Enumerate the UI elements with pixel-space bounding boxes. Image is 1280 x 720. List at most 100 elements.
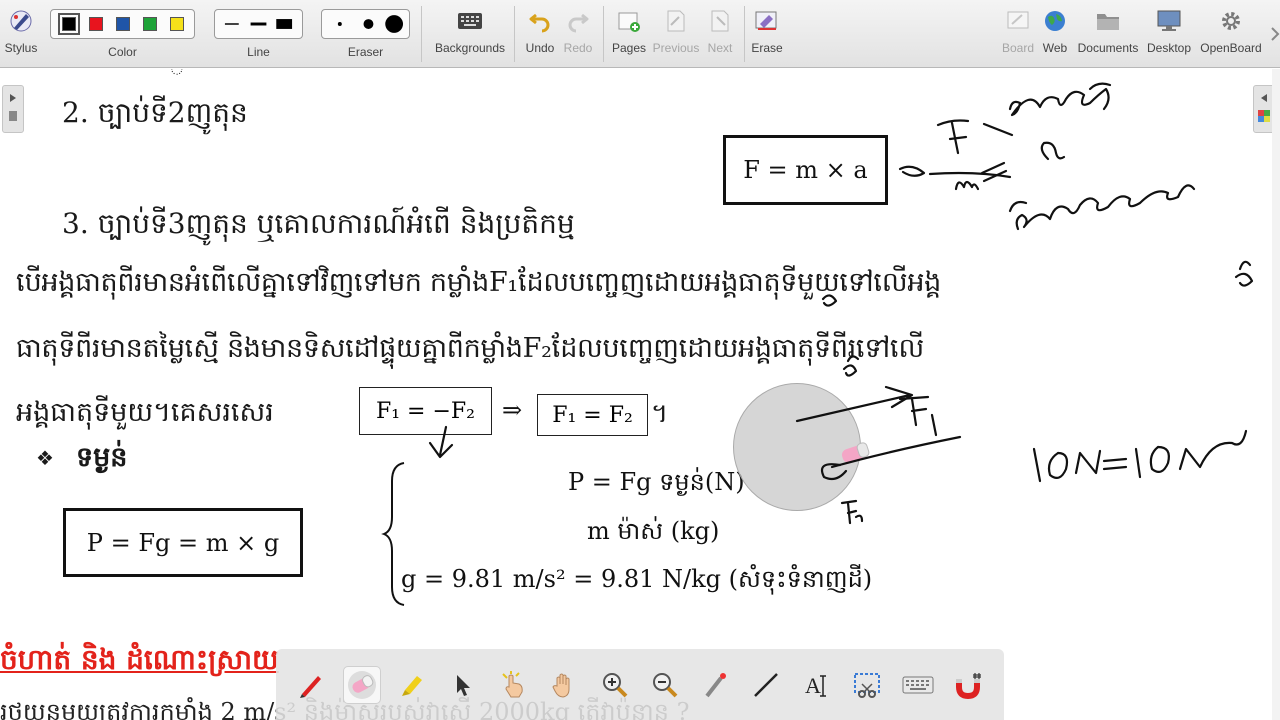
pen-icon: [300, 675, 322, 698]
line-icon: [754, 672, 779, 697]
zoom-in-icon: [602, 672, 628, 697]
text-icon: A: [805, 673, 826, 698]
ink-stroke: [795, 385, 914, 423]
erase-label: Erase: [751, 41, 783, 55]
web-label: Web: [1042, 41, 1068, 55]
interact-tool[interactable]: [495, 666, 533, 704]
eraser-label: Eraser: [347, 45, 384, 59]
redo-button[interactable]: Redo: [561, 0, 595, 68]
highlighter-tool[interactable]: [393, 666, 431, 704]
magnet-icon: [955, 672, 981, 699]
ink-stroke: [1015, 184, 1196, 231]
ink-stroke: [1032, 447, 1042, 483]
pen-tool[interactable]: [292, 666, 330, 704]
openboard-menu-button[interactable]: OpenBoard: [1198, 0, 1264, 68]
capture-scissors-icon: [854, 672, 881, 698]
select-tool[interactable]: [444, 666, 482, 704]
ink-stroke: [1134, 447, 1142, 479]
ink-stroke: [980, 161, 1008, 183]
desktop-label: Desktop: [1146, 41, 1192, 55]
ink-stroke: [840, 499, 858, 525]
backgrounds-label: Backgrounds: [434, 41, 506, 55]
ink-stroke: [1040, 141, 1066, 161]
zoom-out-icon: [653, 672, 678, 697]
ink-stroke: [428, 425, 454, 459]
capture-tool[interactable]: [848, 666, 886, 704]
vertical-scrollbar[interactable]: [1272, 69, 1280, 720]
next-page-icon: [705, 6, 735, 36]
erase-board-icon: [752, 6, 782, 36]
ink-stroke: [854, 514, 864, 523]
next-label: Next: [707, 41, 733, 55]
scroll-right-icon[interactable]: [1270, 24, 1280, 44]
hand-pan-tool[interactable]: [545, 666, 583, 704]
divider: [603, 6, 604, 62]
monitor-icon: [1154, 6, 1184, 36]
color-swatch-red[interactable]: [88, 17, 103, 31]
color-selector: [50, 9, 195, 39]
color-swatch-green[interactable]: [142, 17, 157, 31]
divider: [514, 6, 515, 62]
zoom-out-tool[interactable]: [646, 666, 684, 704]
ink-stroke: [898, 165, 926, 177]
stylus-icon: [6, 6, 36, 36]
color-label: Color: [108, 45, 137, 59]
next-page-button[interactable]: Next: [703, 0, 737, 68]
ink-stroke: [898, 395, 930, 427]
cursor-arrow-icon: [456, 674, 470, 696]
backgrounds-button[interactable]: Backgrounds: [433, 0, 507, 68]
main-toolbar: Stylus Color Line Eraser Backgrounds Und…: [0, 0, 1280, 68]
openboard-label: OpenBoard: [1200, 41, 1262, 55]
line-width-icons[interactable]: [219, 14, 298, 34]
divider: [744, 6, 745, 62]
previous-page-button[interactable]: Previous: [652, 0, 700, 68]
eraser-icon: [347, 670, 376, 699]
add-page-icon: [614, 6, 644, 36]
undo-icon: [525, 6, 555, 36]
color-swatch-black[interactable]: [57, 13, 80, 35]
board-mode-button[interactable]: Board: [1000, 0, 1036, 68]
undo-label: Undo: [525, 41, 555, 55]
color-swatch-yellow[interactable]: [169, 17, 184, 31]
line-tool[interactable]: [747, 666, 785, 704]
ink-stroke: [842, 355, 860, 377]
ink-stroke: [1234, 260, 1254, 287]
pages-label: Pages: [611, 41, 647, 55]
ink-stroke: [1008, 200, 1028, 213]
text-tool[interactable]: A: [798, 666, 836, 704]
board-label: Board: [1001, 41, 1035, 55]
ink-stroke: [954, 180, 980, 191]
snap-tool[interactable]: [950, 666, 988, 704]
previous-page-icon: [661, 6, 691, 36]
openboard-window: Stylus Color Line Eraser Backgrounds Und…: [0, 0, 1280, 720]
ink-stroke: [930, 413, 938, 437]
eraser-size-selector: [321, 9, 410, 39]
stylus-palette: A: [276, 649, 1004, 720]
previous-label: Previous: [652, 41, 700, 55]
web-mode-button[interactable]: Web: [1040, 0, 1070, 68]
documents-mode-button[interactable]: Documents: [1076, 0, 1140, 68]
ink-stroke: [1149, 445, 1170, 473]
ink-stroke: [821, 294, 838, 307]
ink-stroke: [1047, 451, 1069, 479]
laser-pointer-tool[interactable]: [697, 666, 735, 704]
zoom-in-tool[interactable]: [596, 666, 634, 704]
eraser-tool[interactable]: [342, 665, 381, 704]
erase-button[interactable]: Erase: [750, 0, 784, 68]
stylus-button[interactable]: Stylus: [2, 0, 40, 68]
folder-icon: [1093, 6, 1123, 36]
eraser-size-icons[interactable]: [326, 12, 405, 36]
line-label: Line: [247, 45, 270, 59]
keyboard-icon: [902, 676, 934, 693]
svg-text:A: A: [805, 673, 821, 698]
ink-stroke: [936, 119, 970, 155]
desktop-mode-button[interactable]: Desktop: [1144, 0, 1194, 68]
ink-stroke: [1088, 82, 1112, 91]
pages-button[interactable]: Pages: [610, 0, 648, 68]
ink-stroke: [1074, 449, 1102, 475]
divider: [421, 6, 422, 62]
board-canvas[interactable]: ី 2. ច្បាប់ទី2ញូតុន F = m × a 3. ច្បាប់ទ…: [0, 69, 1280, 720]
undo-button[interactable]: Undo: [522, 0, 558, 68]
virtual-keyboard-tool[interactable]: [899, 666, 937, 704]
color-swatch-blue[interactable]: [115, 17, 130, 31]
